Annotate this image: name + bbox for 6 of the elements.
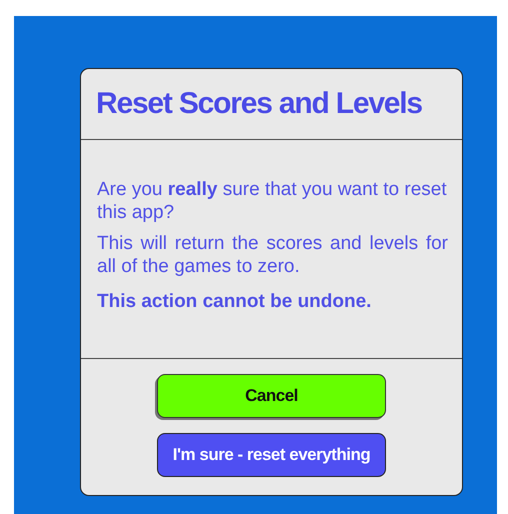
message-text: This action cannot be undone. — [97, 290, 372, 313]
message-text: This will return the scores and levels for all of the games to zero. — [97, 232, 448, 278]
message-text: Are you really sure that you want to reset this app? — [97, 178, 448, 224]
confirm-button[interactable]: I'm sure - reset everything — [157, 433, 386, 477]
dialog-title: Reset Scores and Levels — [96, 87, 422, 121]
cancel-button[interactable]: Cancel — [157, 374, 386, 418]
